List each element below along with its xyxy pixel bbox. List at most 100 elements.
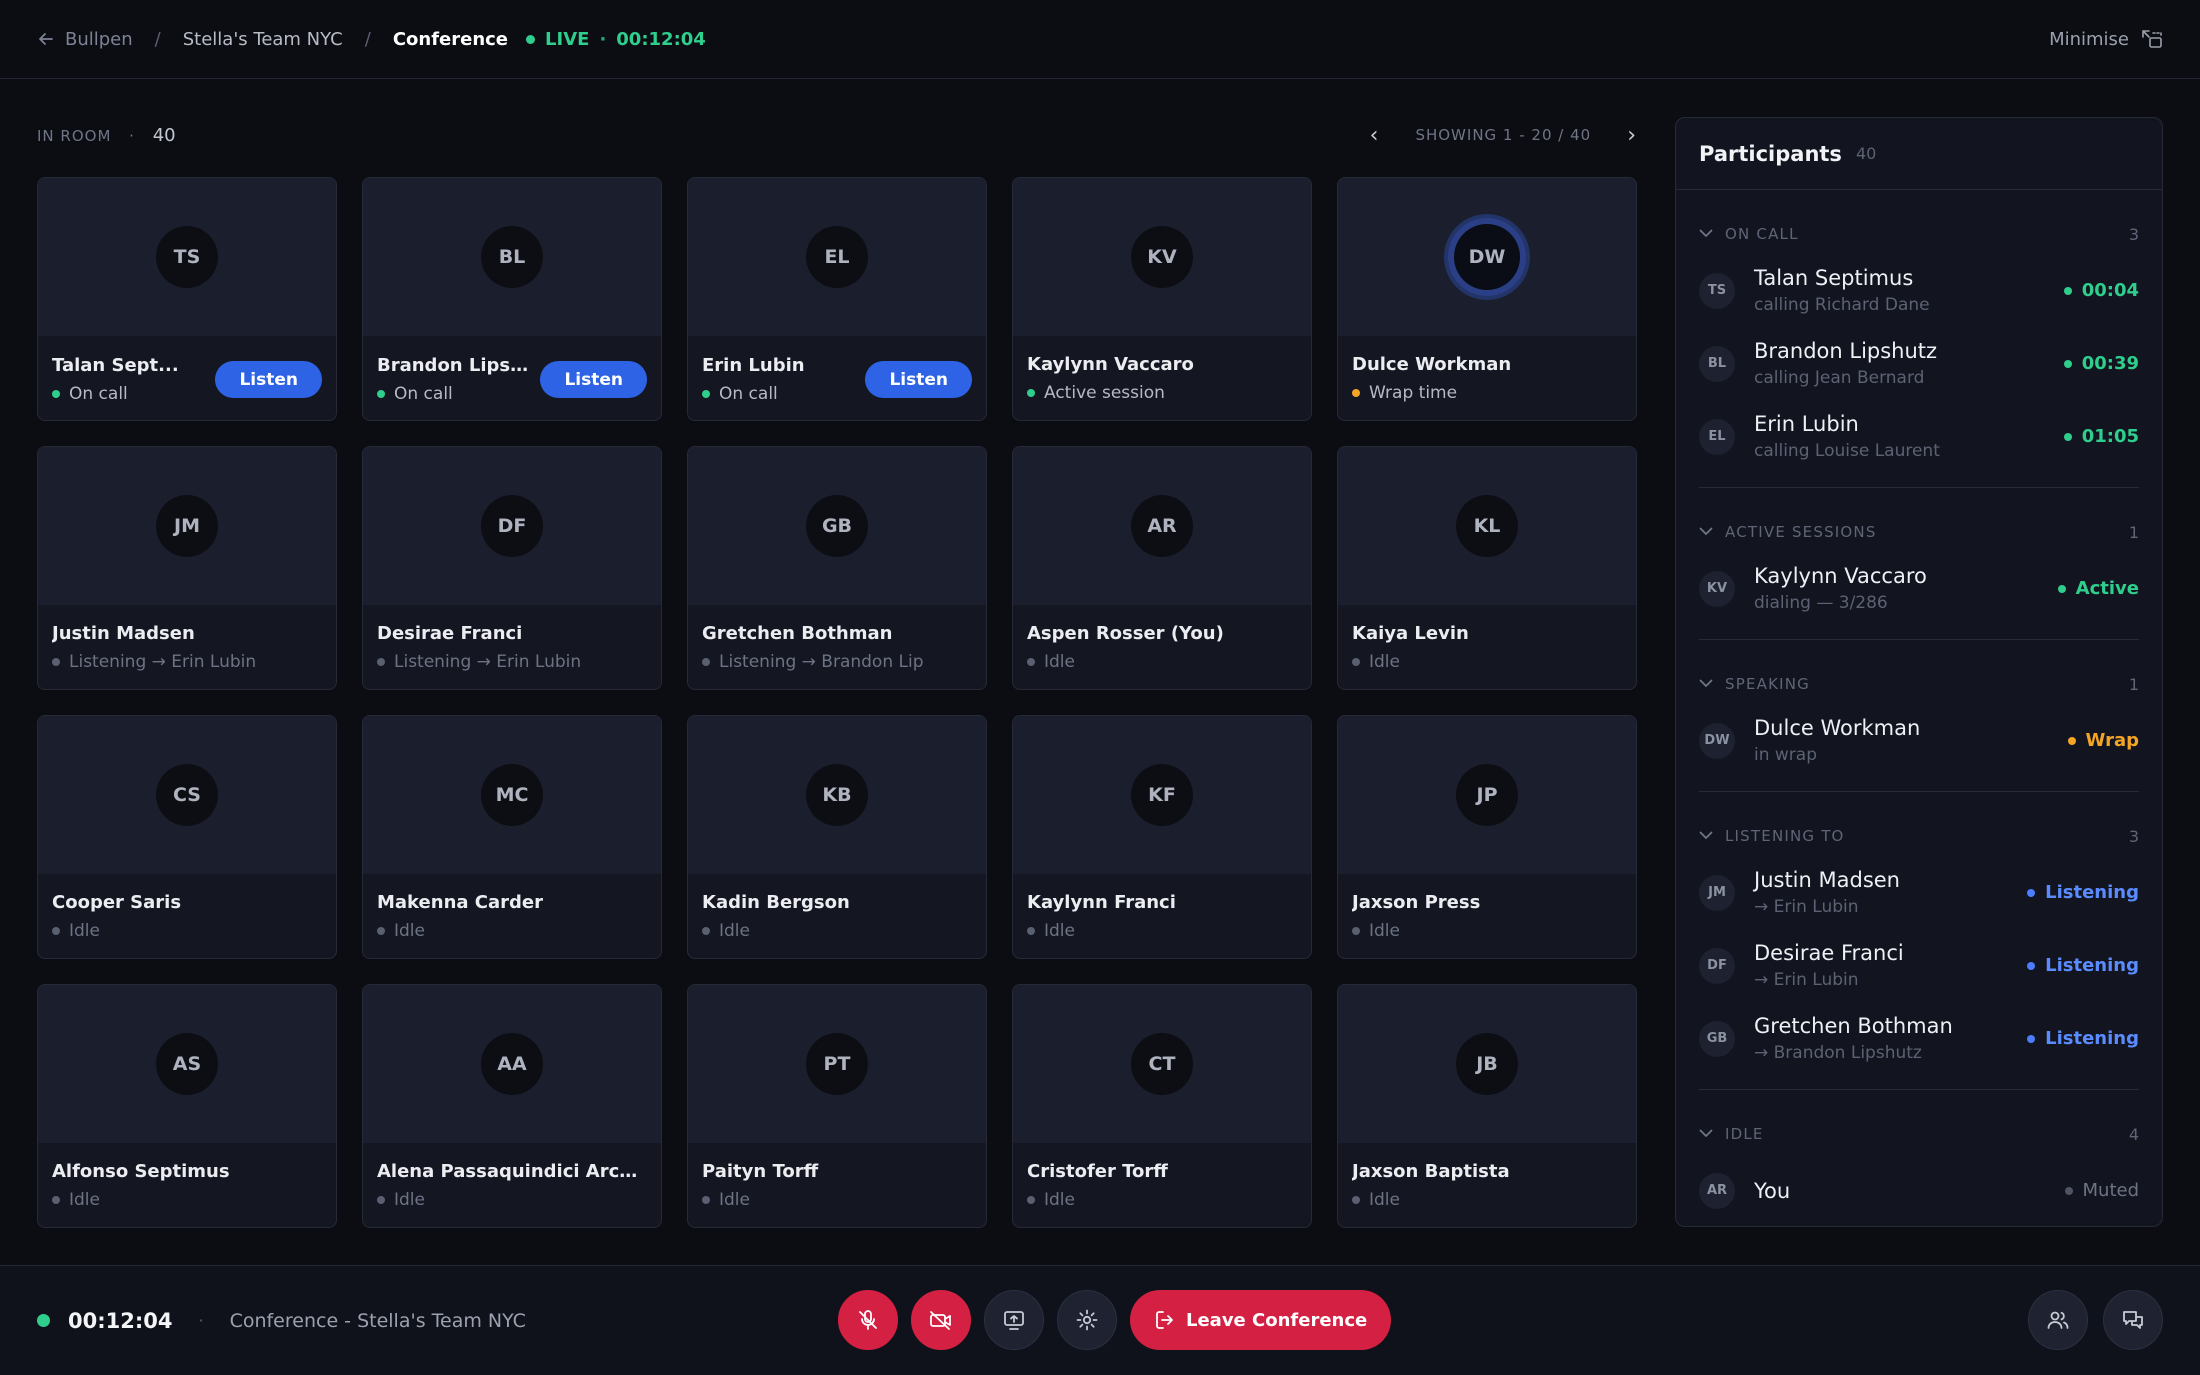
participants-section: LISTENING TO 3 JM Justin Madsen → Erin Lubin…	[1699, 816, 2139, 1090]
participant-status: Listening → Erin Lubin	[52, 652, 322, 672]
participant-tile[interactable]: AS Alfonso Septimus Idle	[37, 984, 337, 1228]
participant-name: Desirae Franci	[377, 623, 523, 644]
status-text: Idle	[1369, 1190, 1400, 1210]
participant-tile[interactable]: TS Talan Sept... On call Listen	[37, 177, 337, 421]
participants-panel: Participants 40 ON CALL 3 TS Talan Septimus…	[1675, 117, 2163, 1227]
participant-tile[interactable]: JP Jaxson Press Idle	[1337, 715, 1637, 959]
video-area: AS	[38, 985, 336, 1143]
participant-tile[interactable]: KB Kadin Bergson Idle	[687, 715, 987, 959]
participant-tile[interactable]: PT Paityn Torff Idle	[687, 984, 987, 1228]
conference-name: Conference - Stella's Team NYC	[229, 1309, 526, 1332]
tile-text: Erin Lubin On call	[702, 355, 855, 404]
section-header[interactable]: ON CALL 3	[1699, 214, 2139, 254]
settings-button[interactable]	[1057, 1290, 1117, 1350]
camera-off-button[interactable]	[911, 1290, 971, 1350]
back-link[interactable]: Bullpen	[37, 29, 133, 50]
state-text: 01:05	[2081, 426, 2139, 447]
participant-row[interactable]: GB Gretchen Bothman → Brandon Lipshutz List…	[1699, 1002, 2139, 1075]
participant-text: Brandon Lipshutz calling Jean Bernard	[1754, 339, 2064, 388]
listen-button[interactable]: Listen	[215, 361, 322, 398]
status-dot-icon	[2057, 584, 2066, 593]
participants-toggle-button[interactable]	[2028, 1290, 2088, 1350]
tile-text: Aspen Rosser (You) Idle	[1027, 623, 1297, 672]
participant-status: Idle	[52, 1190, 322, 1210]
participant-row[interactable]: EL Erin Lubin calling Louise Laurent 01:05	[1699, 400, 2139, 473]
participant-tile[interactable]: KL Kaiya Levin Idle	[1337, 446, 1637, 690]
participant-tile[interactable]: CT Cristofer Torff Idle	[1012, 984, 1312, 1228]
share-screen-button[interactable]	[984, 1290, 1044, 1350]
in-room-separator: ·	[129, 126, 135, 145]
participant-tile[interactable]: BL Brandon Lips... On call Listen	[362, 177, 662, 421]
video-area: KL	[1338, 447, 1636, 605]
participant-text: You	[1754, 1179, 2065, 1203]
participant-row[interactable]: BL Brandon Lipshutz calling Jean Bernard 00…	[1699, 327, 2139, 400]
participant-tile[interactable]: DW Dulce Workman Wrap time	[1337, 177, 1637, 421]
participant-detail: calling Jean Bernard	[1754, 368, 1925, 388]
status-text: Idle	[1044, 1190, 1075, 1210]
tile-text: Justin Madsen Listening → Erin Lubin	[52, 623, 322, 672]
state-text: Listening	[2045, 1028, 2139, 1049]
status-dot-icon	[1352, 927, 1360, 935]
chat-toggle-button[interactable]	[2103, 1290, 2163, 1350]
participant-tile[interactable]: AR Aspen Rosser (You) Idle	[1012, 446, 1312, 690]
minimise-button[interactable]: Minimise	[2049, 29, 2163, 50]
listen-button[interactable]: Listen	[865, 361, 972, 398]
participant-row[interactable]: JM Justin Madsen → Erin Lubin Listening	[1699, 856, 2139, 929]
chevron-down-icon	[1699, 226, 1713, 242]
tile-text: Dulce Workman Wrap time	[1352, 354, 1622, 403]
participant-state: Active	[2057, 578, 2139, 599]
section-header[interactable]: SPEAKING 1	[1699, 664, 2139, 704]
participant-row[interactable]: KV Kaylynn Vaccaro dialing — 3/286 Active	[1699, 552, 2139, 625]
breadcrumb-team[interactable]: Stella's Team NYC	[183, 29, 343, 50]
participant-name: Jaxson Press	[1352, 892, 1481, 913]
participant-tile[interactable]: AA Alena Passaquindici Arcand Idle	[362, 984, 662, 1228]
participant-status: Idle	[1027, 652, 1297, 672]
chat-icon	[2123, 1311, 2143, 1329]
gear-icon	[1076, 1309, 1098, 1331]
participant-tile[interactable]: KF Kaylynn Franci Idle	[1012, 715, 1312, 959]
chevron-down-icon	[1699, 676, 1713, 692]
status-text: Idle	[719, 921, 750, 941]
section-header[interactable]: LISTENING TO 3	[1699, 816, 2139, 856]
panel-body: ON CALL 3 TS Talan Septimus calling Richard …	[1676, 214, 2162, 1226]
chevron-right-icon[interactable]: ›	[1627, 123, 1637, 148]
participant-row[interactable]: DF Desirae Franci → Erin Lubin Listening	[1699, 929, 2139, 1002]
participant-tile[interactable]: JB Jaxson Baptista Idle	[1337, 984, 1637, 1228]
section-header[interactable]: ACTIVE SESSIONS 1	[1699, 512, 2139, 552]
participant-tile[interactable]: MC Makenna Carder Idle	[362, 715, 662, 959]
participant-name: Gretchen Bothman	[1754, 1014, 1953, 1038]
participant-tile[interactable]: CS Cooper Saris Idle	[37, 715, 337, 959]
video-area: DW	[1338, 178, 1636, 336]
arrow-left-icon	[39, 33, 53, 45]
breadcrumb: Bullpen / Stella's Team NYC / Conference	[37, 29, 508, 50]
participant-tile[interactable]: DF Desirae Franci Listening → Erin Lubin	[362, 446, 662, 690]
participant-text: Erin Lubin calling Louise Laurent	[1754, 412, 2064, 461]
participant-tile[interactable]: JM Justin Madsen Listening → Erin Lubin	[37, 446, 337, 690]
mute-mic-button[interactable]	[838, 1290, 898, 1350]
participant-tile[interactable]: EL Erin Lubin On call Listen	[687, 177, 987, 421]
listen-button[interactable]: Listen	[540, 361, 647, 398]
avatar: KB	[806, 764, 868, 826]
video-area: JM	[38, 447, 336, 605]
status-text: Listening → Erin Lubin	[69, 652, 257, 672]
call-timer: 00:12:04	[68, 1308, 173, 1333]
leave-conference-button[interactable]: Leave Conference	[1130, 1290, 1392, 1350]
chevron-left-icon[interactable]: ‹	[1370, 123, 1380, 148]
section-header[interactable]: IDLE 4	[1699, 1114, 2139, 1154]
section-label: IDLE	[1725, 1125, 1764, 1143]
avatar: EL	[806, 226, 868, 288]
avatar: KV	[1131, 226, 1193, 288]
participant-status: Idle	[1352, 921, 1622, 941]
participant-text: Talan Septimus calling Richard Dane	[1754, 266, 2064, 315]
status-dot-icon	[1027, 389, 1035, 397]
participant-tile[interactable]: KV Kaylynn Vaccaro Active session	[1012, 177, 1312, 421]
participant-tile[interactable]: GB Gretchen Bothman Listening → Brandon Li…	[687, 446, 987, 690]
participant-row[interactable]: TS Talan Septimus calling Richard Dane 00:0…	[1699, 254, 2139, 327]
status-dot-icon	[702, 390, 710, 398]
tile-info: Alfonso Septimus Idle	[38, 1143, 336, 1210]
participant-name: Jaxson Baptista	[1352, 1161, 1510, 1182]
participant-name: Kaylynn Vaccaro	[1027, 354, 1194, 375]
avatar: CS	[156, 764, 218, 826]
participant-row[interactable]: DW Dulce Workman in wrap Wrap	[1699, 704, 2139, 777]
participant-row[interactable]: AR You Muted	[1699, 1154, 2139, 1226]
